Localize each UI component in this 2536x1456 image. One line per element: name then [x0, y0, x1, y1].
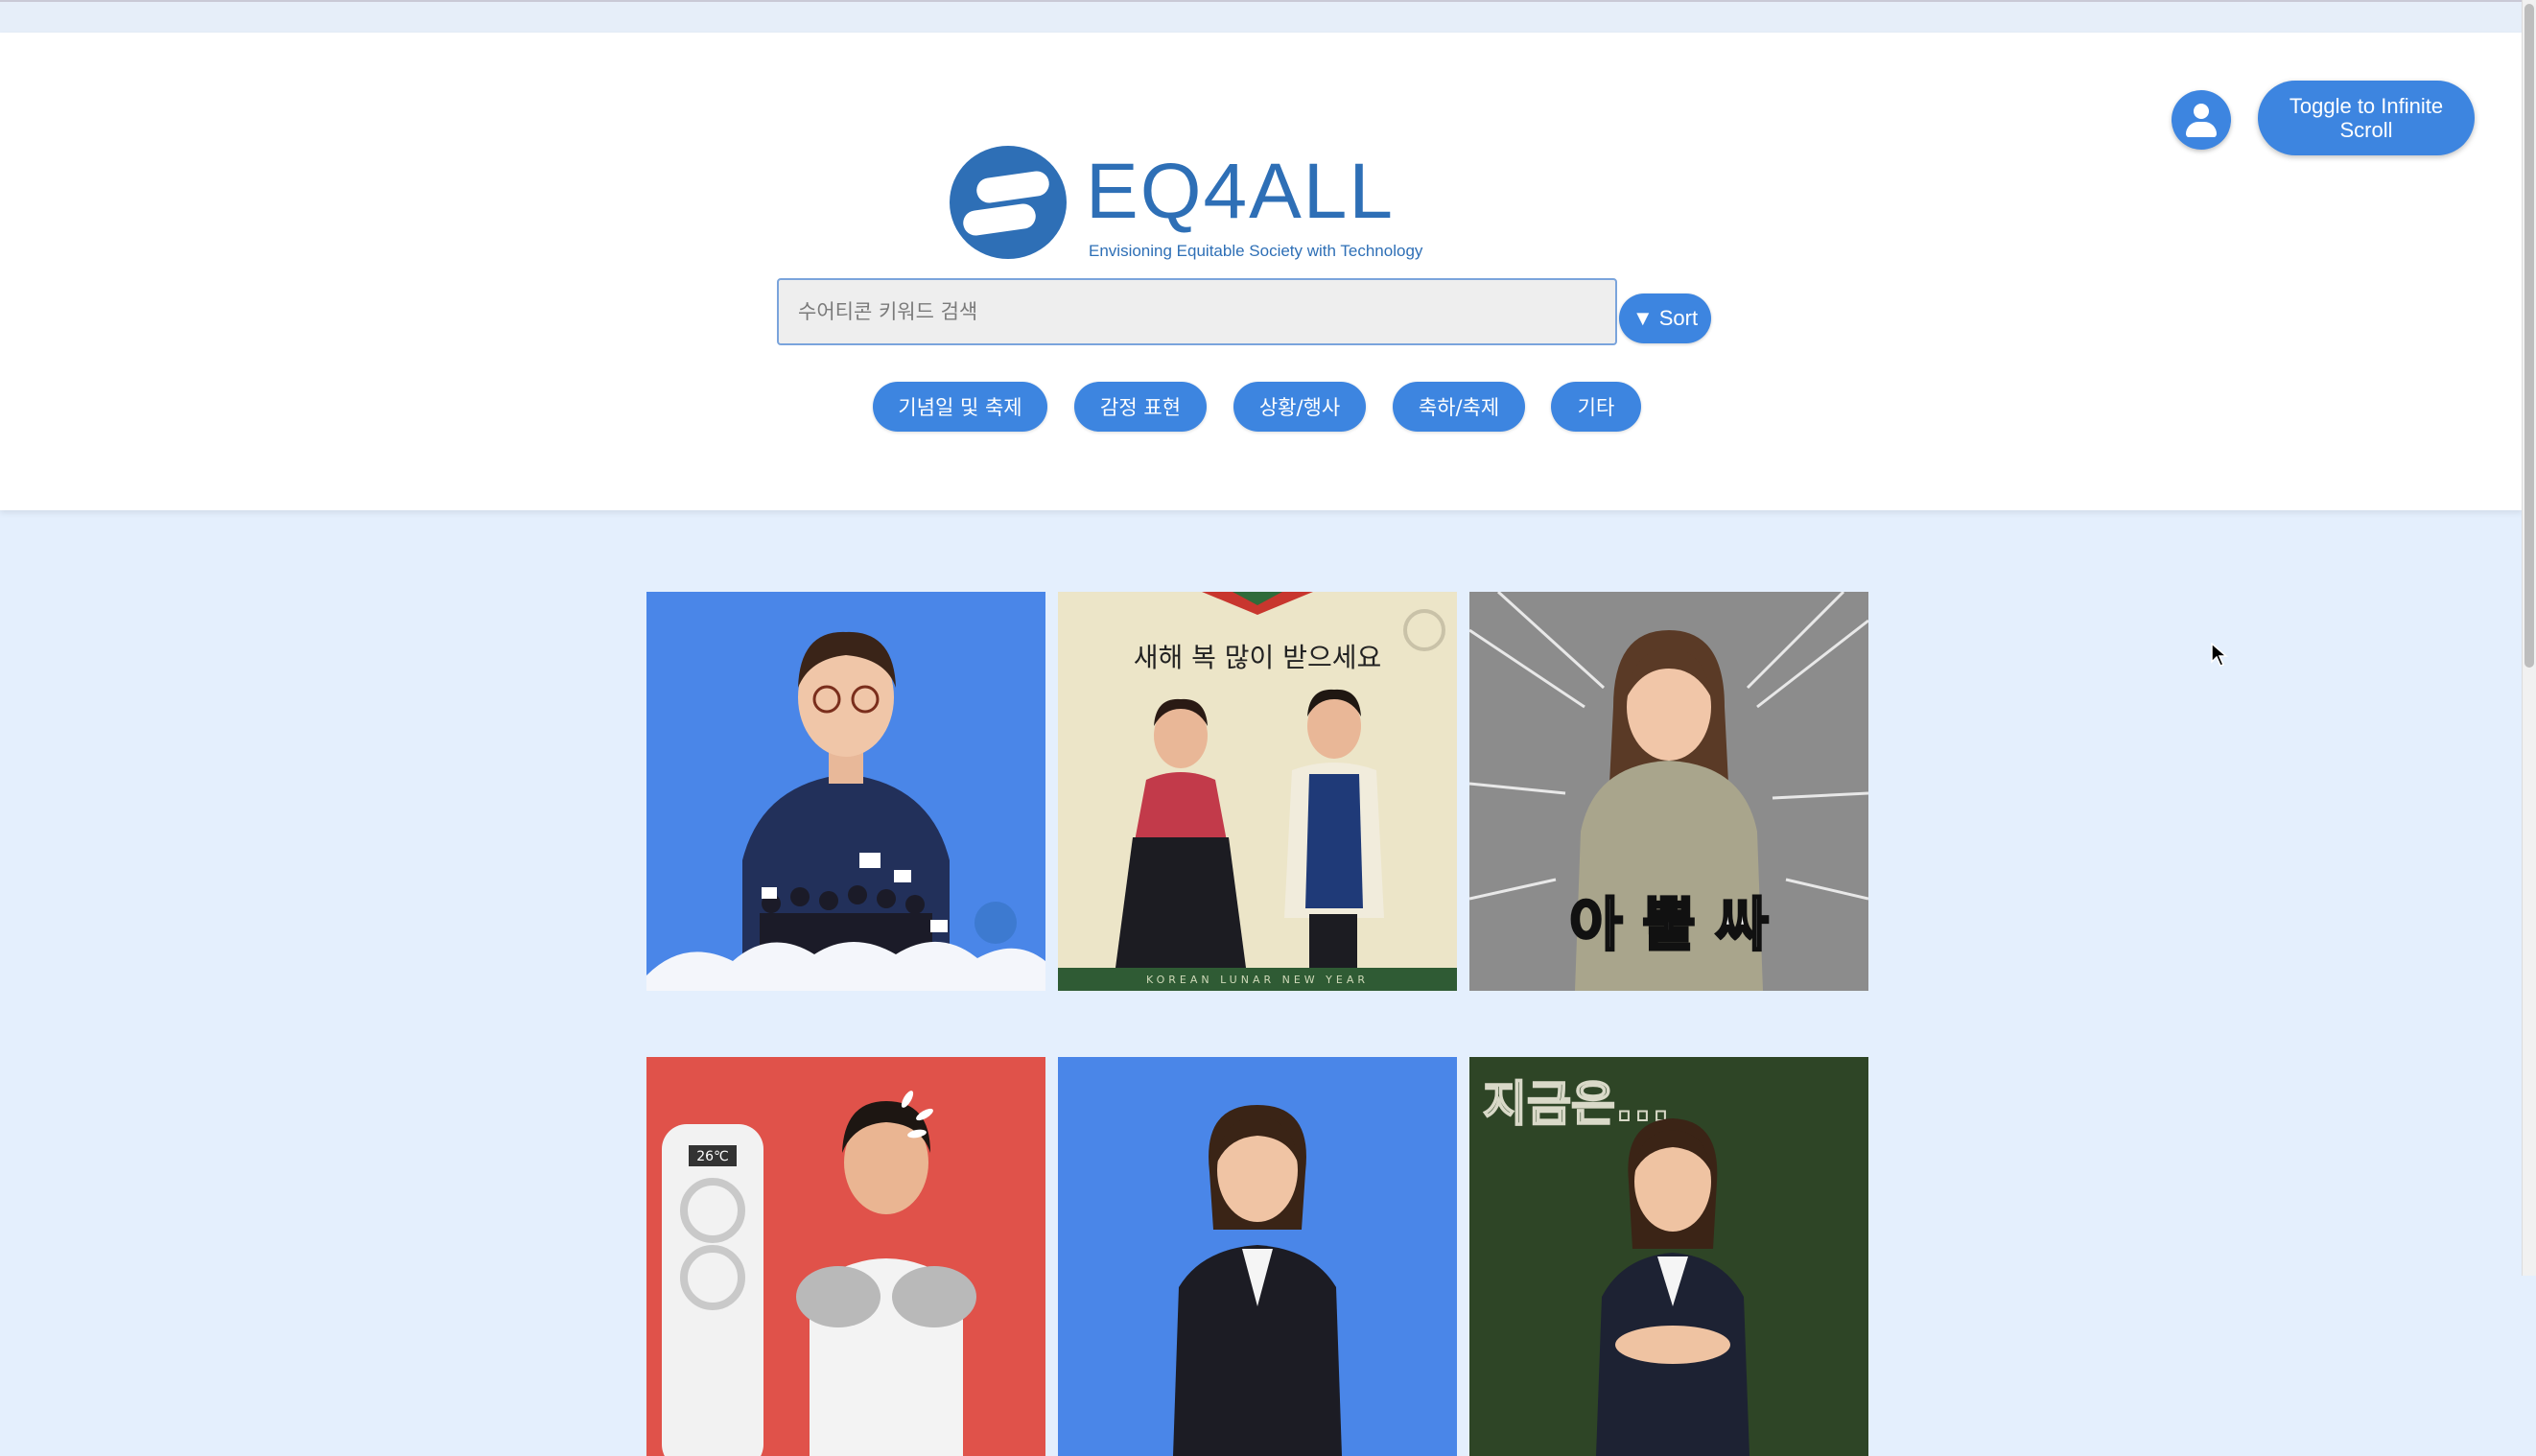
user-avatar-icon[interactable]	[2172, 90, 2231, 150]
logo-text: EQ4ALL	[1086, 148, 1395, 235]
logo[interactable]: EQ4ALL Envisioning Equitable Society wit…	[950, 146, 1423, 265]
category-chip-situation[interactable]: 상황/행사	[1233, 382, 1366, 432]
category-chip-emotion[interactable]: 감정 표현	[1074, 382, 1207, 432]
signticon-tile[interactable]	[646, 592, 1045, 991]
category-chip-celebration[interactable]: 축하/축제	[1393, 382, 1525, 432]
tile-caption: 지금은...	[1483, 1076, 1670, 1132]
tile-footer: KOREAN LUNAR NEW YEAR	[1146, 974, 1369, 986]
ac-display: 26℃	[696, 1149, 729, 1164]
category-chip-anniversary[interactable]: 기념일 및 축제	[873, 382, 1047, 432]
page-scrollbar[interactable]	[2522, 0, 2536, 1276]
category-chip-etc[interactable]: 기타	[1551, 382, 1641, 432]
search-input[interactable]	[777, 278, 1617, 345]
tile-caption: 새해 복 많이 받으세요	[1134, 642, 1382, 673]
mouse-cursor-icon	[2211, 643, 2228, 667]
signticon-tile[interactable]: 아 뿔 싸	[1469, 592, 1868, 991]
signticon-tile[interactable]	[1058, 1057, 1457, 1456]
signticon-tile[interactable]: 새해 복 많이 받으세요 KOREAN LUNAR NEW YEAR	[1058, 592, 1457, 991]
tile-caption: 아 뿔 싸	[1569, 892, 1768, 959]
browser-top-strip	[0, 0, 2536, 33]
scrollbar-thumb[interactable]	[2524, 4, 2534, 668]
toggle-infinite-scroll-button[interactable]: Toggle to Infinite Scroll	[2258, 81, 2475, 155]
logo-mark-icon	[950, 146, 1067, 259]
signticon-tile[interactable]: 지금은...	[1469, 1057, 1868, 1456]
logo-tagline: Envisioning Equitable Society with Techn…	[1089, 242, 1423, 260]
signticon-tile[interactable]: 26℃	[646, 1057, 1045, 1456]
page-header: EQ4ALL Envisioning Equitable Society wit…	[0, 33, 2523, 510]
sort-button[interactable]: ▼ Sort	[1619, 294, 1711, 343]
